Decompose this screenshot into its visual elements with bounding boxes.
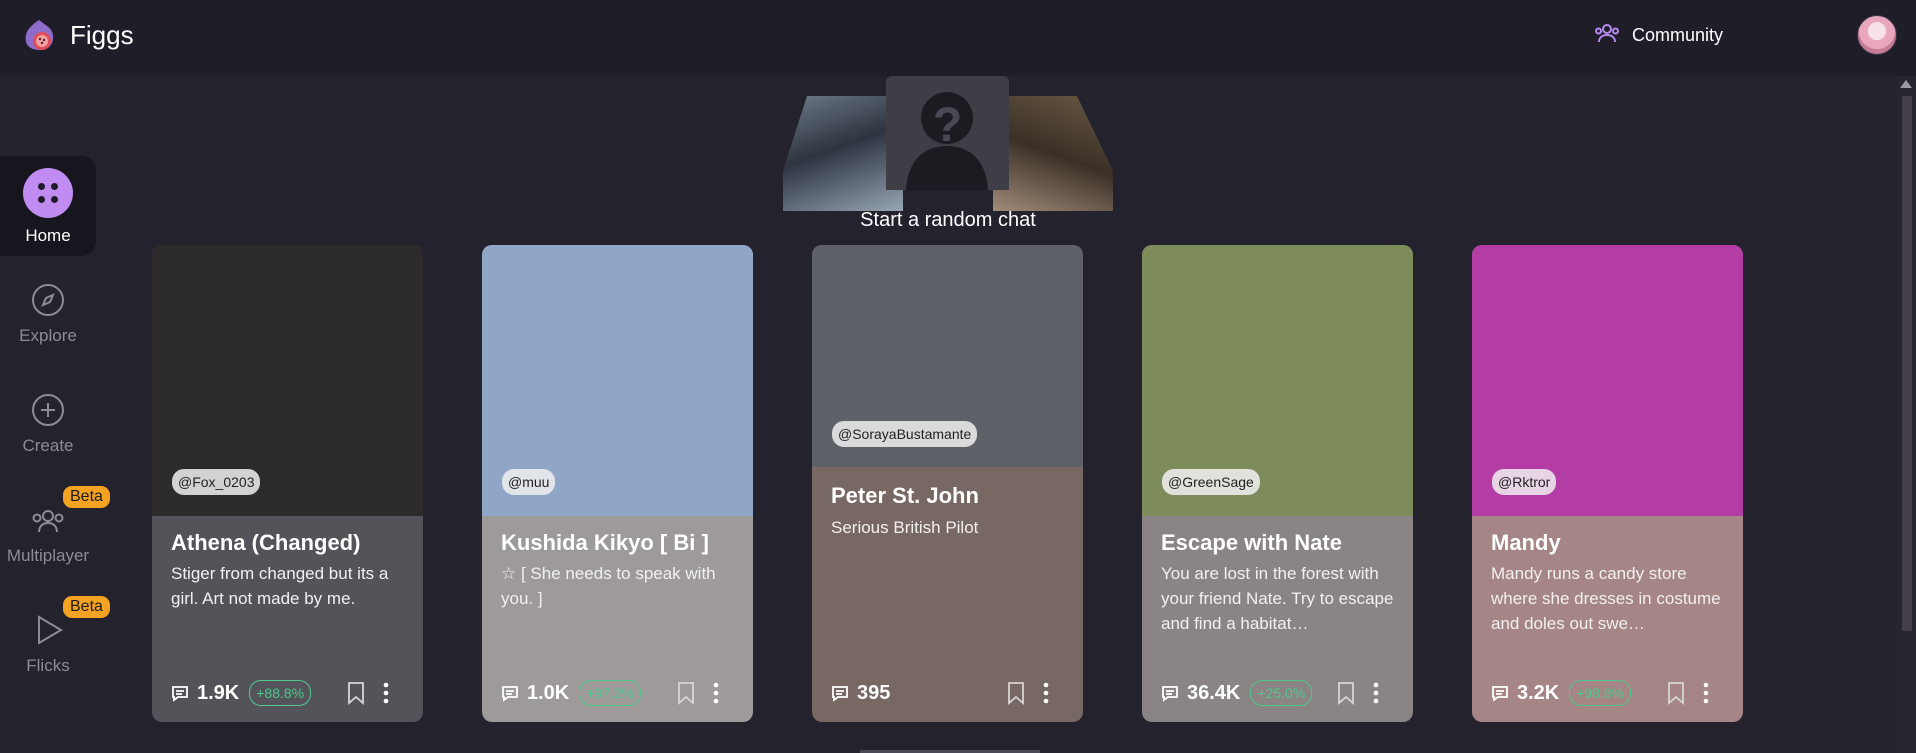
chat-bubble-icon <box>832 686 848 702</box>
random-chat-button[interactable]: ? <box>783 76 1113 211</box>
card-footer: 1.0K +97.2% <box>501 678 741 708</box>
mystery-character-icon: ? <box>886 76 1009 190</box>
scrollbar-thumb[interactable] <box>1902 96 1912 631</box>
character-name: Kushida Kikyo [ Bi ] <box>501 530 709 555</box>
trend-badge: +25.0% <box>1250 680 1313 706</box>
trend-badge: +88.8% <box>249 680 312 706</box>
more-options-icon[interactable] <box>1043 682 1049 704</box>
sidebar-item-label: Flicks <box>26 656 70 675</box>
plus-circle-icon <box>32 394 64 426</box>
random-preview-left <box>783 96 903 211</box>
sidebar-item-home[interactable]: Home <box>0 156 96 256</box>
figgs-logo-icon <box>20 16 58 54</box>
user-avatar[interactable] <box>1857 15 1897 55</box>
card-footer: 36.4K +25.0% <box>1161 678 1401 708</box>
community-label: Community <box>1631 25 1723 45</box>
bookmark-icon[interactable] <box>347 681 365 705</box>
more-options-icon[interactable] <box>1703 682 1709 704</box>
creator-tag[interactable]: @muu <box>502 469 556 495</box>
compass-icon <box>32 284 64 316</box>
character-card[interactable]: @muu Kushida Kikyo [ Bi ] ☆ [ She needs … <box>482 245 753 722</box>
sidebar-item-label: Create <box>22 436 74 455</box>
chat-bubble-icon <box>1492 686 1508 702</box>
character-name: Peter St. John <box>831 483 979 508</box>
home-icon <box>23 168 73 218</box>
character-description: Mandy runs a candy store where she dress… <box>1491 564 1721 633</box>
chat-count: 395 <box>857 681 891 704</box>
random-preview-right <box>993 96 1113 211</box>
play-icon <box>38 615 63 645</box>
chat-bubble-icon <box>1162 686 1178 702</box>
creator-tag[interactable]: @Rktror <box>1492 469 1557 495</box>
character-description: Stiger from changed but its a girl. Art … <box>171 564 389 608</box>
creator-tag[interactable]: @GreenSage <box>1162 469 1260 495</box>
chat-count: 36.4K <box>1187 681 1241 704</box>
creator-tag[interactable]: @SorayaBustamante <box>832 421 978 447</box>
scroll-up-arrow-icon[interactable] <box>1900 80 1912 88</box>
character-description: You are lost in the forest with your fri… <box>1161 564 1394 633</box>
brand-name: Figgs <box>70 19 134 50</box>
card-footer: 1.9K +88.8% <box>171 678 411 708</box>
more-options-icon[interactable] <box>713 682 719 704</box>
character-name: Escape with Nate <box>1161 530 1342 555</box>
character-card[interactable]: @Fox_0203 Athena (Changed) Stiger from c… <box>152 245 423 722</box>
top-bar: Figgs Community <box>0 0 1916 76</box>
character-card[interactable]: @GreenSage Escape with Nate You are lost… <box>1142 245 1413 722</box>
beta-badge: Beta <box>63 486 110 508</box>
card-footer: 395 <box>831 678 1071 708</box>
character-description: ☆ [ She needs to speak with you. ] <box>501 564 716 608</box>
character-card[interactable]: @Rktror Mandy Mandy runs a candy store w… <box>1472 245 1743 722</box>
chat-bubble-icon <box>172 686 188 702</box>
trend-badge: +98.8% <box>1569 680 1632 706</box>
sidebar-item-label: Home <box>25 226 71 245</box>
question-mark: ? <box>932 99 963 152</box>
bookmark-icon[interactable] <box>1667 681 1685 705</box>
group-icon <box>32 510 64 533</box>
more-options-icon[interactable] <box>1373 682 1379 704</box>
character-card[interactable]: @SorayaBustamante Peter St. John Serious… <box>812 245 1083 722</box>
brand[interactable]: Figgs <box>20 16 134 54</box>
sidebar-item-label: Multiplayer <box>6 546 90 565</box>
beta-badge: Beta <box>63 596 110 618</box>
chat-count: 1.0K <box>527 681 570 704</box>
start-random-chat-label[interactable]: Start a random chat <box>783 209 1113 232</box>
sidebar-item-explore[interactable]: Explore <box>0 266 96 366</box>
creator-tag[interactable]: @Fox_0203 <box>172 469 261 495</box>
bookmark-icon[interactable] <box>1337 681 1355 705</box>
chat-count: 3.2K <box>1517 681 1560 704</box>
character-name: Mandy <box>1491 530 1561 555</box>
sidebar-item-flicks[interactable]: Beta Flicks <box>0 596 110 696</box>
chat-bubble-icon <box>502 686 518 702</box>
card-footer: 3.2K +98.8% <box>1491 678 1731 708</box>
bookmark-icon[interactable] <box>677 681 695 705</box>
chat-count: 1.9K <box>197 681 240 704</box>
sidebar-item-create[interactable]: Create <box>0 376 96 476</box>
character-name: Athena (Changed) <box>171 530 361 555</box>
bookmark-icon[interactable] <box>1007 681 1025 705</box>
community-icon <box>1594 22 1620 49</box>
more-options-icon[interactable] <box>383 682 389 704</box>
character-description: Serious British Pilot <box>831 518 979 537</box>
sidebar-item-multiplayer[interactable]: Beta Multiplayer <box>0 486 110 586</box>
trend-badge: +97.2% <box>579 680 642 706</box>
community-link[interactable]: Community <box>1594 22 1723 49</box>
sidebar-item-label: Explore <box>19 326 77 345</box>
